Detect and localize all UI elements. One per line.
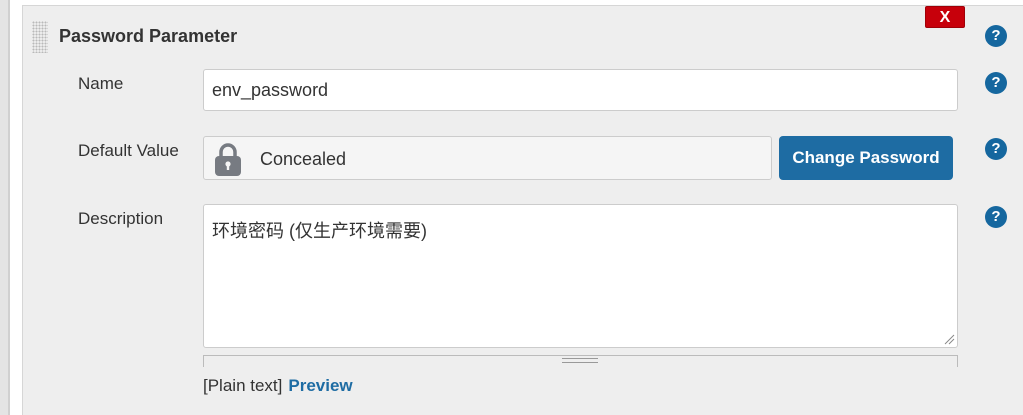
default-value-label: Default Value <box>78 141 179 160</box>
section-title: Password Parameter <box>59 26 238 46</box>
plain-text-label: [Plain text] <box>203 376 283 395</box>
delete-button[interactable]: X <box>925 6 965 28</box>
expand-grip-icon[interactable] <box>562 358 598 363</box>
description-label: Description <box>78 209 164 228</box>
resize-grip-icon[interactable] <box>943 333 955 345</box>
password-parameter-panel: Password Parameter X ? Name env_password… <box>22 5 1023 415</box>
preview-link[interactable]: Preview <box>288 376 352 395</box>
description-textarea[interactable]: 环境密码 (仅生产环境需要) <box>203 204 958 348</box>
outer-left-bar <box>0 0 8 415</box>
drag-handle[interactable] <box>32 21 48 53</box>
description-text: 环境密码 (仅生产环境需要) <box>212 221 427 241</box>
markup-row: [Plain text] Preview <box>203 376 353 396</box>
help-icon[interactable]: ? <box>985 25 1007 47</box>
concealed-password-field: Concealed <box>203 136 772 180</box>
help-icon[interactable]: ? <box>985 138 1007 160</box>
name-input[interactable]: env_password <box>203 69 958 111</box>
help-icon[interactable]: ? <box>985 72 1007 94</box>
concealed-text: Concealed <box>260 149 347 169</box>
help-icon[interactable]: ? <box>985 206 1007 228</box>
name-label: Name <box>78 74 124 93</box>
lock-icon <box>215 143 241 176</box>
change-password-button[interactable]: Change Password <box>779 136 953 180</box>
textarea-expand-handle[interactable] <box>203 355 958 367</box>
outer-left-line <box>8 0 10 415</box>
